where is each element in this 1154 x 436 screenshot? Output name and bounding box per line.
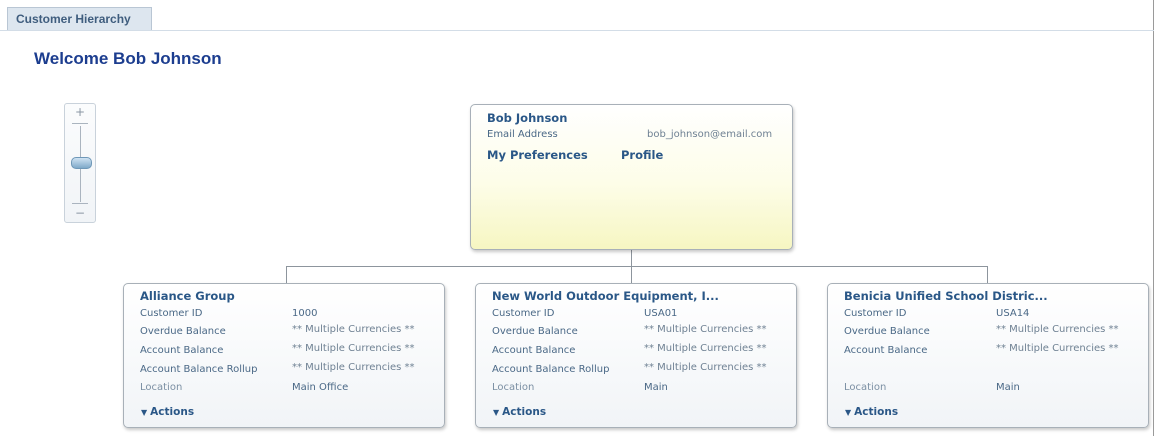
customer-id-value: 1000: [292, 308, 318, 319]
caret-down-icon: ▼: [141, 408, 148, 417]
location-label: Location: [492, 382, 535, 393]
page-title: Welcome Bob Johnson: [34, 49, 222, 68]
zoom-out-button[interactable]: −: [65, 206, 95, 220]
customer-name[interactable]: New World Outdoor Equipment, I...: [492, 289, 719, 303]
location-label: Location: [844, 382, 887, 393]
tab-customer-hierarchy[interactable]: Customer Hierarchy: [7, 7, 152, 31]
location-value: Main: [644, 382, 668, 393]
customer-name[interactable]: Benicia Unified School Distric...: [844, 289, 1048, 303]
zoom-tick-bottom: [72, 203, 88, 204]
email-label: Email Address: [487, 129, 558, 140]
actions-menu[interactable]: ▼ Actions: [141, 406, 194, 418]
actions-label: Actions: [854, 406, 899, 418]
account-balance-label: Account Balance: [844, 345, 928, 356]
connector-horizontal: [286, 266, 988, 267]
account-balance-value: ** Multiple Currencies **: [644, 343, 767, 354]
actions-menu[interactable]: ▼ Actions: [493, 406, 546, 418]
account-balance-value: ** Multiple Currencies **: [292, 343, 415, 354]
location-value: Main Office: [292, 382, 349, 393]
customer-id-value: USA14: [996, 308, 1030, 319]
customer-card-benicia-unified[interactable]: Benicia Unified School Distric... Custom…: [827, 283, 1149, 428]
profile-link[interactable]: Profile: [621, 148, 663, 162]
customer-id-label: Customer ID: [492, 308, 555, 319]
overdue-balance-value: ** Multiple Currencies **: [644, 324, 767, 335]
account-balance-rollup-label: Account Balance Rollup: [492, 364, 610, 375]
email-value: bob_johnson@email.com: [647, 129, 773, 140]
customer-id-label: Customer ID: [844, 308, 907, 319]
customer-name[interactable]: Alliance Group: [140, 289, 235, 303]
actions-label: Actions: [150, 406, 195, 418]
overdue-balance-value: ** Multiple Currencies **: [996, 324, 1119, 335]
overdue-balance-value: ** Multiple Currencies **: [292, 324, 415, 335]
tab-divider: [0, 30, 1154, 31]
location-label: Location: [140, 382, 183, 393]
caret-down-icon: ▼: [493, 408, 500, 417]
zoom-thumb[interactable]: [71, 157, 92, 169]
zoom-in-button[interactable]: +: [65, 105, 95, 119]
connector-child-2: [631, 266, 632, 283]
account-balance-label: Account Balance: [140, 345, 224, 356]
connector-child-3: [987, 266, 988, 283]
actions-label: Actions: [502, 406, 547, 418]
my-preferences-link[interactable]: My Preferences: [487, 148, 588, 162]
customer-card-new-world-outdoor[interactable]: New World Outdoor Equipment, I... Custom…: [475, 283, 797, 428]
connector-child-1: [286, 266, 287, 283]
account-balance-rollup-value: ** Multiple Currencies **: [644, 362, 767, 373]
zoom-slider[interactable]: + −: [64, 103, 96, 223]
account-balance-rollup-label: Account Balance Rollup: [140, 364, 258, 375]
overdue-balance-label: Overdue Balance: [844, 326, 930, 337]
customer-id-label: Customer ID: [140, 308, 203, 319]
zoom-tick-top: [72, 123, 88, 124]
location-value: Main: [996, 382, 1020, 393]
connector-root-down: [631, 250, 632, 266]
account-balance-value: ** Multiple Currencies **: [996, 343, 1119, 354]
customer-card-alliance-group[interactable]: Alliance Group Customer ID 1000 Overdue …: [123, 283, 445, 428]
customer-id-value: USA01: [644, 308, 678, 319]
root-name: Bob Johnson: [487, 111, 568, 125]
root-node-card[interactable]: Bob Johnson Email Address bob_johnson@em…: [470, 104, 793, 250]
account-balance-label: Account Balance: [492, 345, 576, 356]
overdue-balance-label: Overdue Balance: [492, 326, 578, 337]
account-balance-rollup-value: ** Multiple Currencies **: [292, 362, 415, 373]
caret-down-icon: ▼: [845, 408, 852, 417]
actions-menu[interactable]: ▼ Actions: [845, 406, 898, 418]
overdue-balance-label: Overdue Balance: [140, 326, 226, 337]
